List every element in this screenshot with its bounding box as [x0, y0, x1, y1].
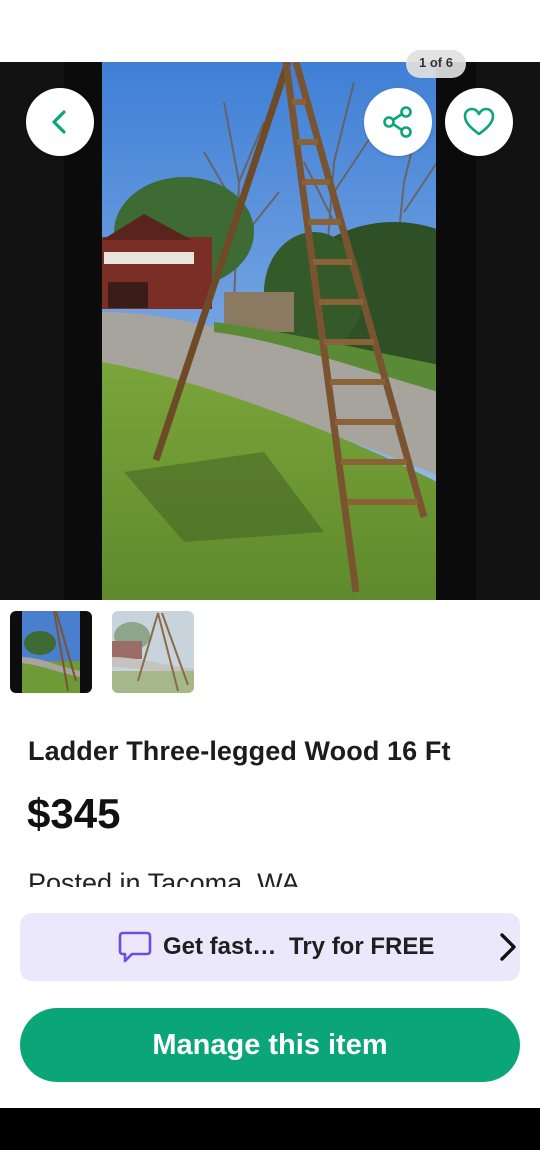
back-button[interactable] [26, 88, 94, 156]
photo-counter: 1 of 6 [406, 50, 466, 78]
favorite-button[interactable] [445, 88, 513, 156]
listing-location[interactable]: Posted in Tacoma, WA [28, 868, 300, 887]
thumbnail-2[interactable] [112, 611, 194, 693]
location-row: Posted in Tacoma, WA [0, 862, 540, 887]
chevron-left-icon [52, 110, 66, 134]
promo-banner[interactable]: Get fast… Try for FREE [20, 913, 520, 981]
listing-price: $345 [27, 790, 121, 837]
chevron-right-icon [500, 933, 516, 961]
promo-text: Get fast… [163, 933, 277, 960]
promo-cta[interactable]: Try for FREE [289, 933, 434, 961]
listing-title: Ladder Three-legged Wood 16 Ft [28, 736, 451, 766]
share-icon [383, 106, 412, 138]
share-button[interactable] [364, 88, 432, 156]
thumbnail-1[interactable] [10, 611, 92, 693]
thumbnail-strip [10, 611, 194, 693]
chat-bubble-icon [118, 931, 152, 963]
photo-counter-label: 1 of 6 [419, 54, 453, 70]
heart-icon [463, 107, 495, 136]
system-navigation-bar [0, 1108, 540, 1150]
manage-item-button[interactable]: Manage this item [20, 1008, 520, 1082]
